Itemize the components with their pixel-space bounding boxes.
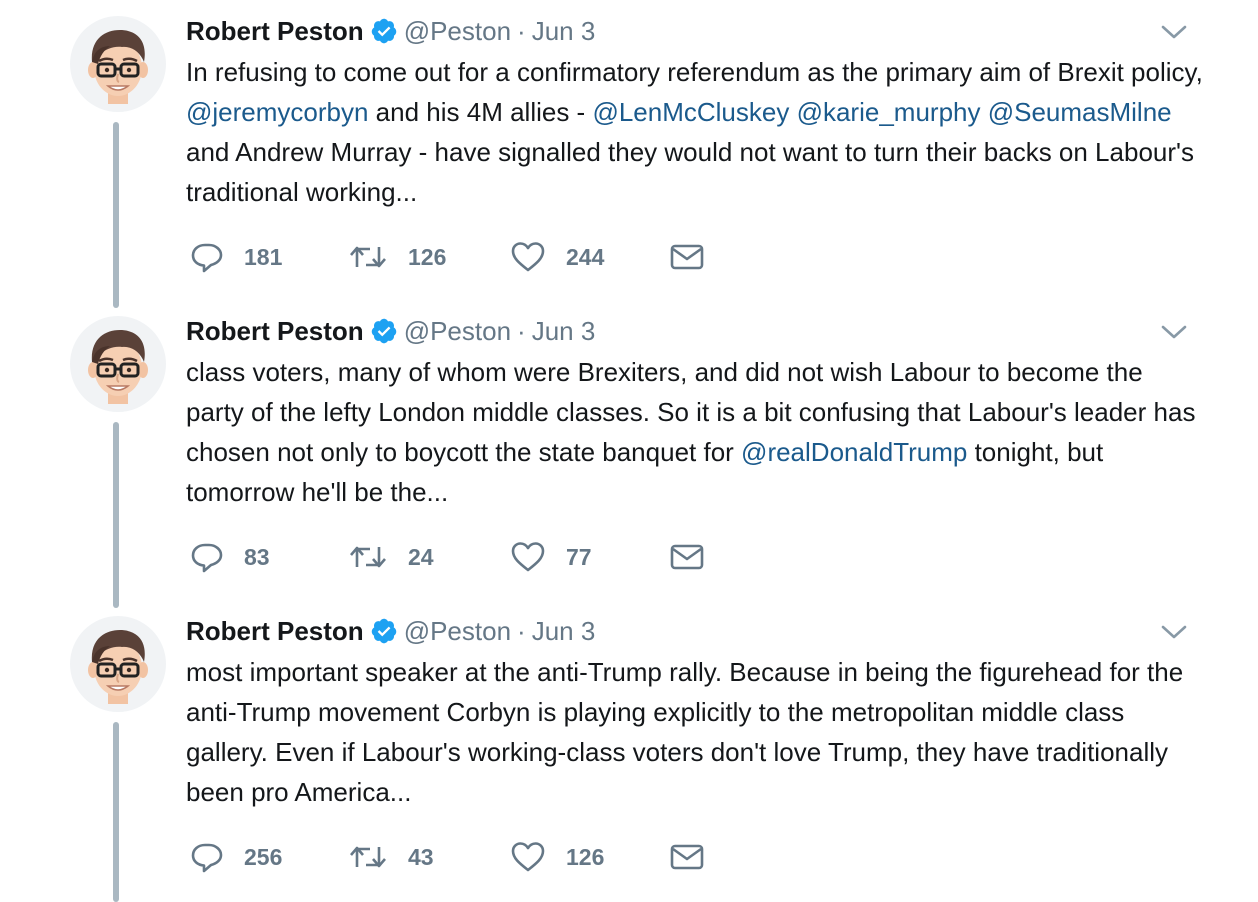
retweet-icon xyxy=(348,540,388,574)
author-name[interactable]: Robert Peston xyxy=(186,314,364,348)
mention-link[interactable]: @jeremycorbyn xyxy=(186,97,368,127)
separator-dot: · xyxy=(517,616,526,646)
reply-count: 83 xyxy=(244,543,270,570)
separator-dot: · xyxy=(517,16,526,46)
tweet-actions: 181 126 244 xyxy=(190,237,750,277)
separator-dot: · xyxy=(517,316,526,346)
chevron-down-icon[interactable] xyxy=(1160,622,1188,642)
mention-link[interactable]: @realDonaldTrump xyxy=(741,437,967,467)
chevron-down-icon[interactable] xyxy=(1160,22,1188,42)
thread-line xyxy=(113,122,119,308)
tweet-text-segment: and Andrew Murray - have signalled they … xyxy=(186,137,1194,207)
reply-button[interactable]: 181 xyxy=(190,237,282,277)
mention-link[interactable]: @LenMcCluskey xyxy=(592,97,789,127)
avatar-illustration xyxy=(70,16,166,112)
avatar-illustration xyxy=(70,316,166,412)
reply-icon xyxy=(190,240,224,274)
tweet-text: most important speaker at the anti-Trump… xyxy=(186,652,1206,812)
tweet-text-segment: most important speaker at the anti-Trump… xyxy=(186,657,1184,807)
direct-message-button[interactable] xyxy=(670,837,704,877)
avatar-illustration xyxy=(70,616,166,712)
thread-line xyxy=(113,422,119,608)
tweet-text-segment: In refusing to come out for a confirmato… xyxy=(186,57,1203,87)
direct-message-button[interactable] xyxy=(670,537,704,577)
like-count: 126 xyxy=(566,843,605,870)
tweet-header: Robert Peston @Peston · Jun 3 xyxy=(186,614,595,648)
like-button[interactable]: 244 xyxy=(510,237,604,277)
mention-link[interactable]: @karie_murphy xyxy=(797,97,981,127)
tweet-header: Robert Peston @Peston · Jun 3 xyxy=(186,314,595,348)
tweet-3[interactable]: Robert Peston @Peston · Jun 3 most impor… xyxy=(0,600,1258,902)
tweet-text: In refusing to come out for a confirmato… xyxy=(186,52,1206,212)
chevron-down-icon[interactable] xyxy=(1160,322,1188,342)
avatar[interactable] xyxy=(70,16,166,112)
tweet-2[interactable]: Robert Peston @Peston · Jun 3 class vote… xyxy=(0,300,1258,608)
retweet-icon xyxy=(348,240,388,274)
retweet-count: 43 xyxy=(408,843,434,870)
like-button[interactable]: 77 xyxy=(510,537,592,577)
mention-link[interactable]: @SeumasMilne xyxy=(988,97,1172,127)
retweet-button[interactable]: 43 xyxy=(348,837,434,877)
reply-count: 181 xyxy=(244,243,283,270)
retweet-icon xyxy=(348,840,388,874)
heart-icon xyxy=(510,540,546,574)
like-count: 244 xyxy=(566,243,605,270)
tweet-date[interactable]: Jun 3 xyxy=(532,314,596,348)
tweet-text: class voters, many of whom were Brexiter… xyxy=(186,352,1206,512)
retweet-button[interactable]: 24 xyxy=(348,537,434,577)
like-button[interactable]: 126 xyxy=(510,837,604,877)
retweet-button[interactable]: 126 xyxy=(348,237,446,277)
reply-button[interactable]: 83 xyxy=(190,537,270,577)
envelope-icon xyxy=(670,542,704,572)
reply-count: 256 xyxy=(244,843,283,870)
author-name[interactable]: Robert Peston xyxy=(186,14,364,48)
tweet-actions: 83 24 77 xyxy=(190,537,750,577)
verified-badge-icon xyxy=(370,17,398,45)
retweet-count: 126 xyxy=(408,243,447,270)
author-handle[interactable]: @Peston xyxy=(404,614,511,648)
verified-badge-icon xyxy=(370,317,398,345)
heart-icon xyxy=(510,840,546,874)
avatar[interactable] xyxy=(70,616,166,712)
tweet-date[interactable]: Jun 3 xyxy=(532,14,596,48)
direct-message-button[interactable] xyxy=(670,237,704,277)
heart-icon xyxy=(510,240,546,274)
tweet-1[interactable]: Robert Peston @Peston · Jun 3 In refusin… xyxy=(0,0,1258,308)
tweet-text-segment: and his 4M allies - xyxy=(368,97,593,127)
like-count: 77 xyxy=(566,543,592,570)
author-handle[interactable]: @Peston xyxy=(404,314,511,348)
tweet-date[interactable]: Jun 3 xyxy=(532,614,596,648)
tweet-text-segment xyxy=(789,97,796,127)
envelope-icon xyxy=(670,842,704,872)
tweet-header: Robert Peston @Peston · Jun 3 xyxy=(186,14,595,48)
tweet-actions: 256 43 126 xyxy=(190,837,750,877)
reply-button[interactable]: 256 xyxy=(190,837,282,877)
reply-icon xyxy=(190,840,224,874)
reply-icon xyxy=(190,540,224,574)
retweet-count: 24 xyxy=(408,543,434,570)
tweet-text-segment xyxy=(980,97,987,127)
avatar[interactable] xyxy=(70,316,166,412)
author-handle[interactable]: @Peston xyxy=(404,14,511,48)
envelope-icon xyxy=(670,242,704,272)
thread-line xyxy=(113,722,119,902)
verified-badge-icon xyxy=(370,617,398,645)
author-name[interactable]: Robert Peston xyxy=(186,614,364,648)
